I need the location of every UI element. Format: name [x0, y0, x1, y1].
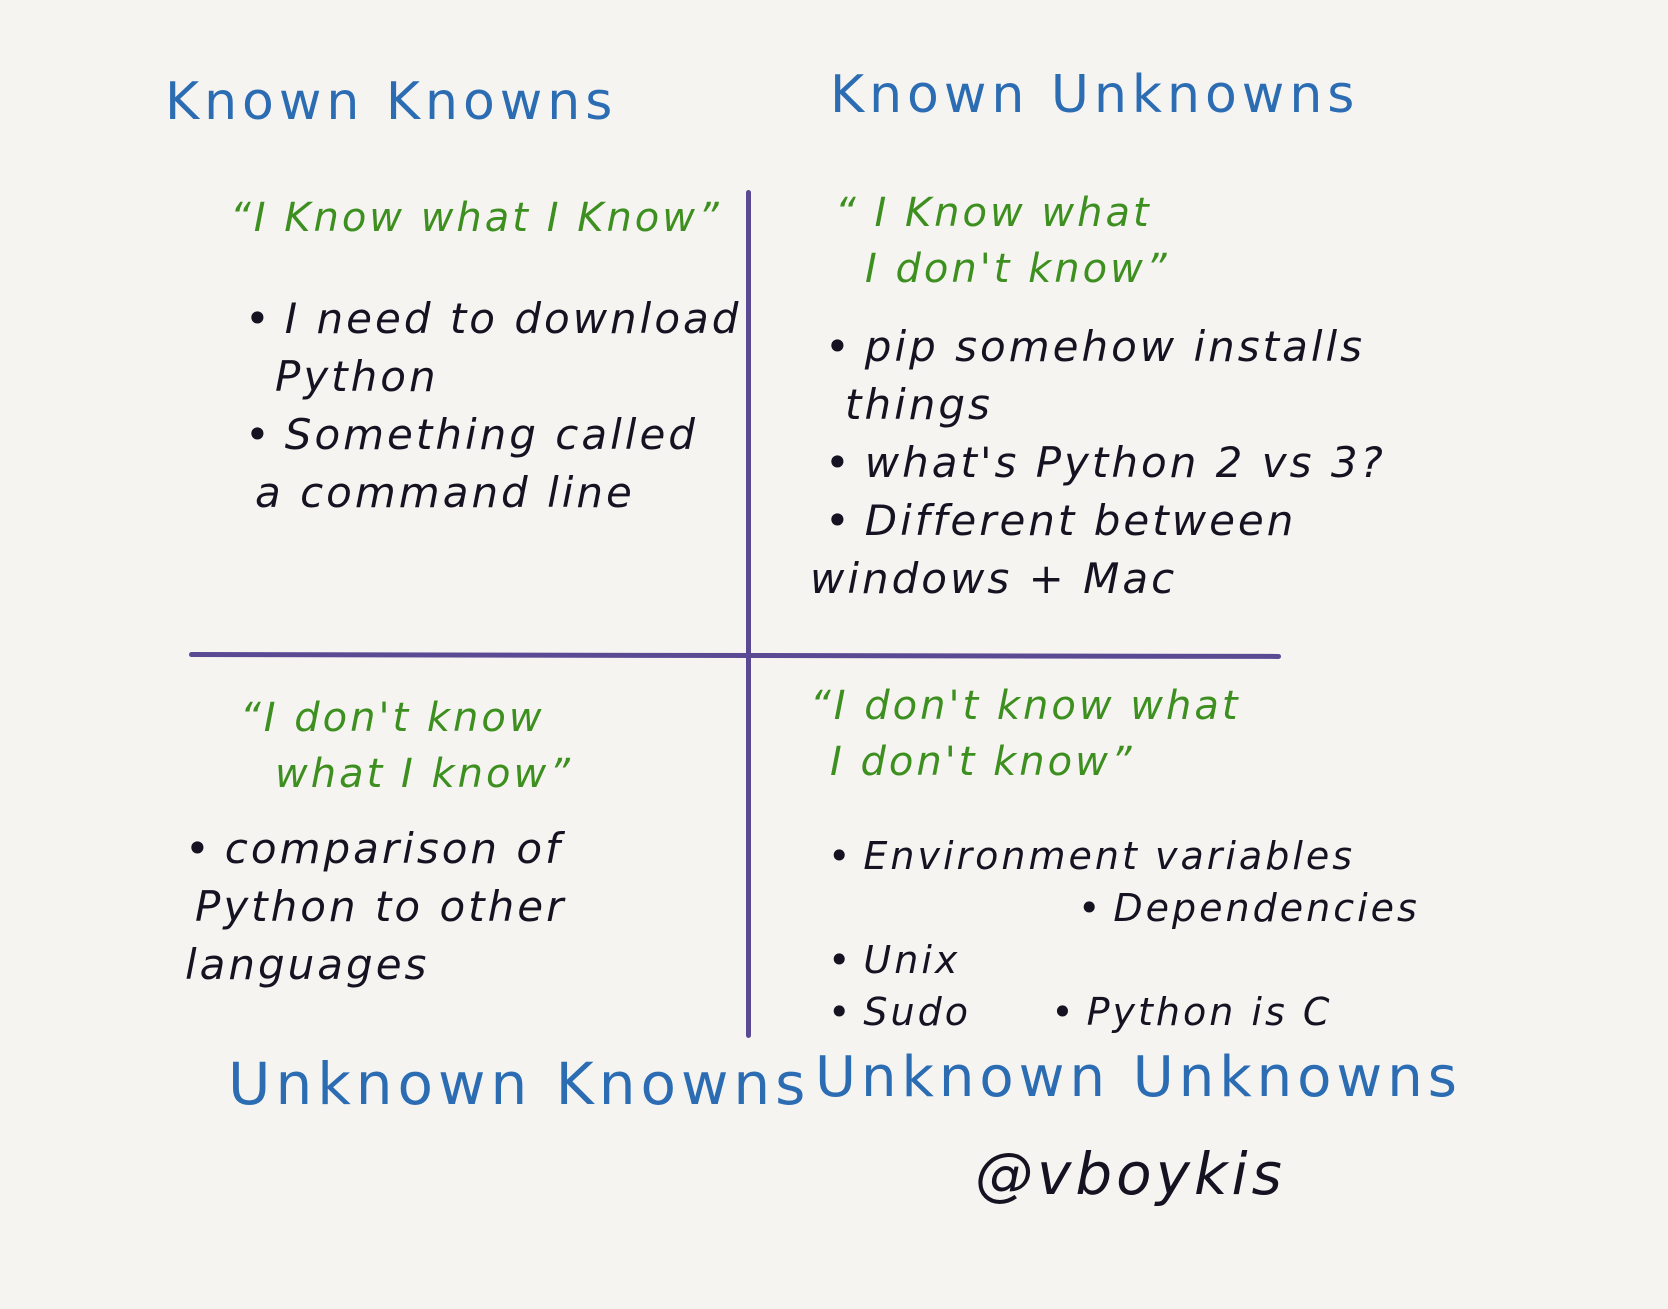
note-row: Environment variables [828, 830, 1420, 882]
note-item-continued: languages [185, 940, 430, 989]
note-item-continued: a command line [255, 468, 635, 517]
notes-known-unknowns: pip somehow installs things what's Pytho… [810, 318, 1386, 608]
note-item-continued: things [845, 380, 993, 429]
phrase-unknown-unknowns: “I don't know what I don't know” [810, 678, 1241, 790]
note-item: pip somehow installs [825, 318, 1386, 376]
note-item: I need to download [245, 290, 741, 348]
title-unknown-unknowns: Unknown Unknowns [815, 1045, 1462, 1110]
title-unknown-knowns: Unknown Knowns [228, 1050, 811, 1118]
note-row: Unix [828, 934, 1420, 986]
note-item-continued: Python [275, 352, 439, 401]
phrase-known-unknowns: “ I Know what I don't know” [835, 185, 1170, 297]
note-row: Sudo Python is C [828, 986, 1420, 1038]
phrase-line: I don't know” [830, 739, 1135, 785]
note-item: Something called [245, 406, 741, 464]
signature: @vboykis [975, 1140, 1286, 1208]
quadrant-diagram: Known Knowns “I Know what I Know” I need… [0, 0, 1668, 1309]
phrase-line: “I don't know [240, 695, 545, 741]
note-item: Sudo [828, 990, 971, 1034]
phrase-line: “ I Know what [835, 190, 1152, 236]
phrase-line: I don't know” [865, 246, 1170, 292]
note-item: Different between [825, 492, 1386, 550]
vertical-axis [746, 190, 751, 1038]
notes-unknown-knowns: comparison of Python to other languages [185, 820, 566, 994]
note-item-continued: Python to other [195, 882, 567, 931]
phrase-known-knowns: “I Know what I Know” [230, 195, 722, 241]
notes-unknown-unknowns: Environment variables Dependencies Unix … [828, 830, 1420, 1038]
note-row: Dependencies [828, 882, 1420, 934]
phrase-line: “I don't know what [810, 683, 1241, 729]
notes-known-knowns: I need to download Python Something call… [245, 290, 741, 522]
phrase-line: what I know” [275, 751, 573, 797]
note-item: Environment variables [828, 834, 1355, 878]
title-known-knowns: Known Knowns [165, 72, 618, 132]
title-known-unknowns: Known Unknowns [830, 65, 1360, 125]
note-item: what's Python 2 vs 3? [825, 434, 1386, 492]
note-item: Unix [828, 938, 960, 982]
phrase-unknown-knowns: “I don't know what I know” [240, 690, 573, 802]
note-item: Python is C [1051, 990, 1332, 1034]
note-item: comparison of [185, 820, 566, 878]
note-item: Dependencies [1078, 886, 1420, 930]
note-item-continued: windows + Mac [810, 554, 1178, 603]
horizontal-axis [188, 652, 1282, 659]
